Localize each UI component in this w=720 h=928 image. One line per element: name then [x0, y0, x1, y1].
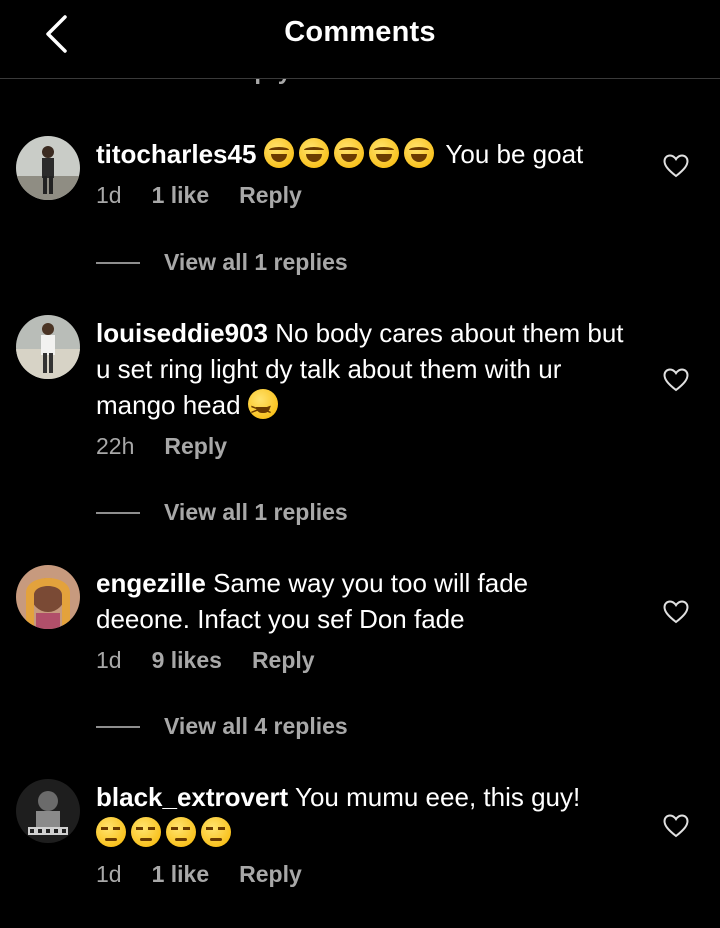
replies-divider-line [96, 512, 140, 514]
comment-body: black_extrovert You mumu eee, this guy! [96, 779, 616, 851]
comment-body: engezille Same way you too will fade dee… [96, 565, 616, 637]
comment-meta: 1d 1 like Reply [96, 861, 332, 888]
comment-body: louiseddie903 No body cares about them b… [96, 315, 636, 427]
squinting-emoji-icon [247, 389, 278, 427]
unamused-emoji-icon [131, 817, 161, 847]
heart-icon[interactable] [663, 814, 689, 838]
unamused-emoji-icon [96, 817, 126, 847]
comment-username[interactable]: black_extrovert [96, 782, 288, 812]
laughing-emoji-icon [403, 138, 434, 168]
likes-count[interactable]: 1 like [152, 861, 210, 887]
likes-count[interactable]: 9 likes [152, 647, 222, 673]
comment-meta: 1d 9 likes Reply [96, 647, 345, 674]
avatar[interactable] [16, 779, 80, 843]
avatar[interactable] [16, 315, 80, 379]
comment-text: You be goat [445, 139, 584, 169]
emoji-group [263, 138, 446, 169]
page-title: Comments [284, 16, 436, 48]
replies-divider-line [96, 262, 140, 264]
comment-meta: 1d 1 like Reply [96, 182, 332, 209]
comment-username[interactable]: engezille [96, 568, 206, 598]
avatar[interactable] [16, 565, 80, 629]
reply-button[interactable]: Reply [252, 647, 315, 673]
comment-time: 22h [96, 433, 135, 459]
likes-count[interactable]: 1 like [152, 182, 210, 208]
view-replies-text[interactable]: View all 4 replies [164, 713, 348, 740]
reply-button[interactable]: Reply [164, 433, 227, 459]
reply-button[interactable]: Reply [239, 182, 302, 208]
view-replies-text[interactable]: View all 1 replies [164, 249, 348, 276]
reply-button[interactable]: Reply [239, 861, 302, 887]
comment-time: 1d [96, 182, 122, 208]
unamused-emoji-icon [201, 817, 231, 847]
unamused-emoji-icon [166, 817, 196, 847]
avatar[interactable] [16, 136, 80, 200]
heart-icon[interactable] [663, 368, 689, 392]
comment-username[interactable]: titocharles45 [96, 139, 256, 169]
comment-username[interactable]: louiseddie903 [96, 318, 268, 348]
comment-time: 1d [96, 647, 122, 673]
comment-body: titocharles45 You be goat [96, 136, 636, 172]
laughing-emoji-icon [298, 138, 329, 168]
comment-text: You mumu eee, this guy! [295, 782, 581, 812]
emoji-group [96, 817, 236, 848]
top-bar: Comments [0, 0, 720, 79]
laughing-emoji-icon [333, 138, 364, 168]
heart-icon[interactable] [663, 154, 689, 178]
view-replies-text[interactable]: View all 1 replies [164, 499, 348, 526]
comment-time: 1d [96, 861, 122, 887]
laughing-emoji-icon [263, 138, 294, 168]
laughing-emoji-icon [368, 138, 399, 168]
heart-icon[interactable] [663, 600, 689, 624]
replies-divider-line [96, 726, 140, 728]
comment-meta: 22h Reply [96, 433, 257, 460]
